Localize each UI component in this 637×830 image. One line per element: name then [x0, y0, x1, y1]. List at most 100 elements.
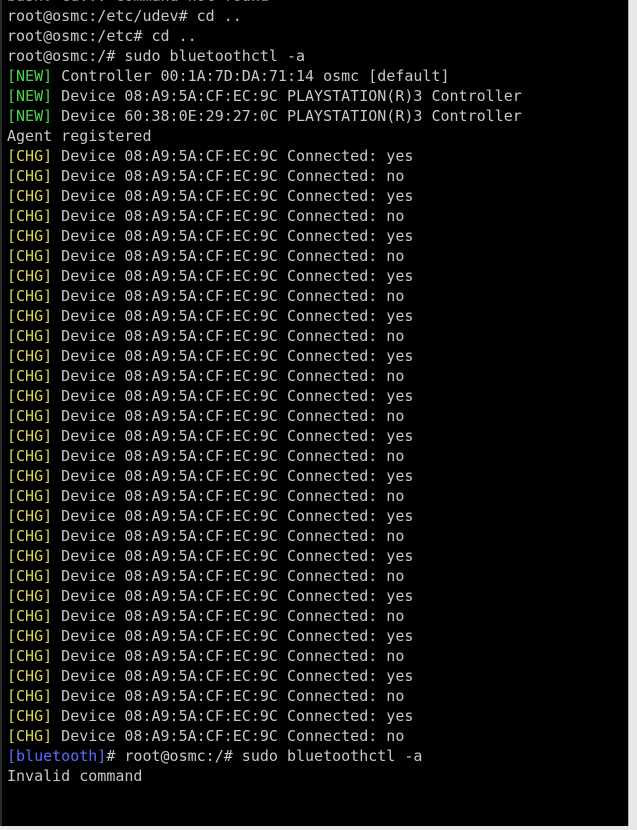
- chg-tag: [CHG]: [7, 467, 53, 485]
- scrollbar[interactable]: [628, 0, 637, 830]
- terminal-line: [CHG] Device 08:A9:5A:CF:EC:9C Connected…: [7, 646, 522, 666]
- bluetooth-prompt: [bluetooth]: [7, 747, 107, 765]
- terminal-line: [CHG] Device 08:A9:5A:CF:EC:9C Connected…: [7, 246, 522, 266]
- terminal-line: [CHG] Device 08:A9:5A:CF:EC:9C Connected…: [7, 326, 522, 346]
- terminal-line: [CHG] Device 08:A9:5A:CF:EC:9C Connected…: [7, 466, 522, 486]
- terminal-line: [CHG] Device 08:A9:5A:CF:EC:9C Connected…: [7, 446, 522, 466]
- line-text: Agent registered: [7, 127, 152, 145]
- terminal-line: [CHG] Device 08:A9:5A:CF:EC:9C Connected…: [7, 146, 522, 166]
- line-text: # root@osmc:/# sudo bluetoothctl -a: [106, 747, 423, 765]
- terminal-line: [CHG] Device 08:A9:5A:CF:EC:9C Connected…: [7, 406, 522, 426]
- terminal-line: [NEW] Controller 00:1A:7D:DA:71:14 osmc …: [7, 66, 522, 86]
- line-text: Device 08:A9:5A:CF:EC:9C Connected: yes: [52, 587, 414, 605]
- terminal-line: [CHG] Device 08:A9:5A:CF:EC:9C Connected…: [7, 206, 522, 226]
- line-text: Device 08:A9:5A:CF:EC:9C Connected: no: [52, 727, 405, 745]
- chg-tag: [CHG]: [7, 387, 53, 405]
- new-tag: [NEW]: [7, 87, 53, 105]
- chg-tag: [CHG]: [7, 427, 53, 445]
- terminal-line: [CHG] Device 08:A9:5A:CF:EC:9C Connected…: [7, 346, 522, 366]
- chg-tag: [CHG]: [7, 687, 53, 705]
- line-text: Device 08:A9:5A:CF:EC:9C Connected: yes: [52, 347, 414, 365]
- line-text: Device 08:A9:5A:CF:EC:9C Connected: yes: [52, 227, 414, 245]
- chg-tag: [CHG]: [7, 247, 53, 265]
- terminal-line: [CHG] Device 08:A9:5A:CF:EC:9C Connected…: [7, 546, 522, 566]
- chg-tag: [CHG]: [7, 327, 53, 345]
- terminal-line: [CHG] Device 08:A9:5A:CF:EC:9C Connected…: [7, 266, 522, 286]
- terminal-line: [CHG] Device 08:A9:5A:CF:EC:9C Connected…: [7, 606, 522, 626]
- line-text: Device 08:A9:5A:CF:EC:9C Connected: no: [52, 687, 405, 705]
- terminal-line: [NEW] Device 08:A9:5A:CF:EC:9C PLAYSTATI…: [7, 86, 522, 106]
- chg-tag: [CHG]: [7, 607, 53, 625]
- terminal-line: [CHG] Device 08:A9:5A:CF:EC:9C Connected…: [7, 726, 522, 746]
- line-text: Device 08:A9:5A:CF:EC:9C Connected: no: [52, 447, 405, 465]
- line-text: Device 08:A9:5A:CF:EC:9C Connected: no: [52, 527, 405, 545]
- terminal-line: root@osmc:/etc/udev# cd ..: [7, 6, 522, 26]
- line-text: root@osmc:/etc# cd ..: [7, 27, 197, 45]
- line-text: Device 08:A9:5A:CF:EC:9C Connected: yes: [52, 427, 414, 445]
- new-tag: [NEW]: [7, 107, 53, 125]
- terminal-line: [CHG] Device 08:A9:5A:CF:EC:9C Connected…: [7, 386, 522, 406]
- terminal-output: bash: cd..: command not found root@osmc:/…: [7, 0, 522, 786]
- terminal-line: [CHG] Device 08:A9:5A:CF:EC:9C Connected…: [7, 666, 522, 686]
- line-text: bash: cd..: command not found: [7, 0, 269, 5]
- line-text: root@osmc:/# sudo bluetoothctl -a: [7, 47, 306, 65]
- chg-tag: [CHG]: [7, 707, 53, 725]
- chg-tag: [CHG]: [7, 227, 53, 245]
- chg-tag: [CHG]: [7, 567, 53, 585]
- line-text: Device 08:A9:5A:CF:EC:9C Connected: yes: [52, 627, 414, 645]
- terminal-line: [CHG] Device 08:A9:5A:CF:EC:9C Connected…: [7, 526, 522, 546]
- line-text: Device 08:A9:5A:CF:EC:9C Connected: yes: [52, 187, 414, 205]
- terminal-line: root@osmc:/# sudo bluetoothctl -a: [7, 46, 522, 66]
- terminal-line: [CHG] Device 08:A9:5A:CF:EC:9C Connected…: [7, 286, 522, 306]
- line-text: Device 08:A9:5A:CF:EC:9C Connected: no: [52, 407, 405, 425]
- chg-tag: [CHG]: [7, 447, 53, 465]
- terminal-line: [CHG] Device 08:A9:5A:CF:EC:9C Connected…: [7, 566, 522, 586]
- terminal-line: [CHG] Device 08:A9:5A:CF:EC:9C Connected…: [7, 706, 522, 726]
- line-text: Device 08:A9:5A:CF:EC:9C Connected: yes: [52, 307, 414, 325]
- line-text: Device 08:A9:5A:CF:EC:9C Connected: no: [52, 207, 405, 225]
- line-text: Device 08:A9:5A:CF:EC:9C Connected: yes: [52, 387, 414, 405]
- line-text: Device 08:A9:5A:CF:EC:9C Connected: no: [52, 647, 405, 665]
- chg-tag: [CHG]: [7, 727, 53, 745]
- terminal-line: [CHG] Device 08:A9:5A:CF:EC:9C Connected…: [7, 166, 522, 186]
- terminal-line: [CHG] Device 08:A9:5A:CF:EC:9C Connected…: [7, 686, 522, 706]
- line-text: Device 08:A9:5A:CF:EC:9C Connected: no: [52, 287, 405, 305]
- line-text: Device 08:A9:5A:CF:EC:9C Connected: no: [52, 367, 405, 385]
- terminal-line: root@osmc:/etc# cd ..: [7, 26, 522, 46]
- chg-tag: [CHG]: [7, 487, 53, 505]
- line-text: Device 08:A9:5A:CF:EC:9C Connected: no: [52, 167, 405, 185]
- line-text: Device 08:A9:5A:CF:EC:9C Connected: yes: [52, 507, 414, 525]
- chg-tag: [CHG]: [7, 147, 53, 165]
- line-text: Device 08:A9:5A:CF:EC:9C PLAYSTATION(R)3…: [52, 87, 522, 105]
- terminal-line: [CHG] Device 08:A9:5A:CF:EC:9C Connected…: [7, 306, 522, 326]
- chg-tag: [CHG]: [7, 627, 53, 645]
- terminal-line: [bluetooth]# root@osmc:/# sudo bluetooth…: [7, 746, 522, 766]
- chg-tag: [CHG]: [7, 587, 53, 605]
- line-text: Device 08:A9:5A:CF:EC:9C Connected: yes: [52, 547, 414, 565]
- chg-tag: [CHG]: [7, 187, 53, 205]
- line-text: Device 08:A9:5A:CF:EC:9C Connected: no: [52, 567, 405, 585]
- line-text: Device 08:A9:5A:CF:EC:9C Connected: yes: [52, 707, 414, 725]
- chg-tag: [CHG]: [7, 507, 53, 525]
- line-text: Device 08:A9:5A:CF:EC:9C Connected: yes: [52, 267, 414, 285]
- chg-tag: [CHG]: [7, 347, 53, 365]
- terminal-line: [CHG] Device 08:A9:5A:CF:EC:9C Connected…: [7, 626, 522, 646]
- line-text: Controller 00:1A:7D:DA:71:14 osmc [defau…: [52, 67, 450, 85]
- line-text: Device 08:A9:5A:CF:EC:9C Connected: no: [52, 487, 405, 505]
- terminal-line: [NEW] Device 60:38:0E:29:27:0C PLAYSTATI…: [7, 106, 522, 126]
- terminal-line: [CHG] Device 08:A9:5A:CF:EC:9C Connected…: [7, 506, 522, 526]
- chg-tag: [CHG]: [7, 547, 53, 565]
- chg-tag: [CHG]: [7, 167, 53, 185]
- terminal-line: Agent registered: [7, 126, 522, 146]
- terminal-line: Invalid command: [7, 766, 522, 786]
- new-tag: [NEW]: [7, 67, 53, 85]
- terminal-line: [CHG] Device 08:A9:5A:CF:EC:9C Connected…: [7, 586, 522, 606]
- chg-tag: [CHG]: [7, 287, 53, 305]
- line-text: Device 08:A9:5A:CF:EC:9C Connected: no: [52, 247, 405, 265]
- chg-tag: [CHG]: [7, 307, 53, 325]
- terminal-line: [CHG] Device 08:A9:5A:CF:EC:9C Connected…: [7, 486, 522, 506]
- window-bottom-border: [0, 826, 637, 830]
- chg-tag: [CHG]: [7, 667, 53, 685]
- terminal-line: [CHG] Device 08:A9:5A:CF:EC:9C Connected…: [7, 366, 522, 386]
- terminal-window[interactable]: bash: cd..: command not found root@osmc:/…: [0, 0, 628, 830]
